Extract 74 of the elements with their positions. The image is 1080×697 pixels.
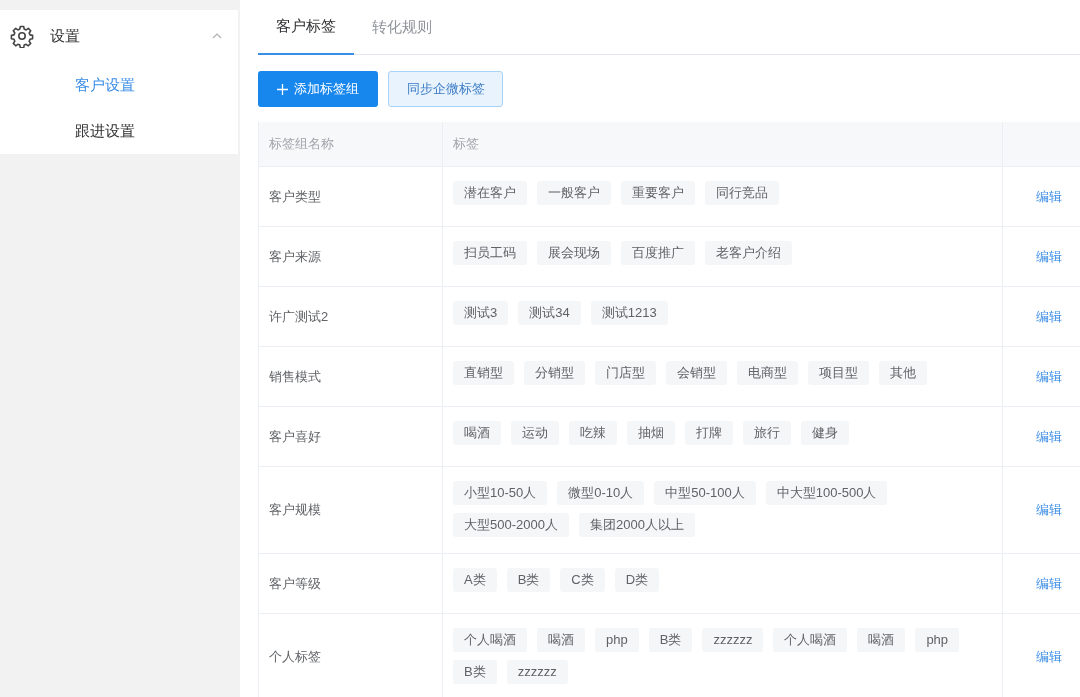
table-cell-text: 客户喜好 <box>269 427 321 446</box>
tag: A类 <box>453 568 497 592</box>
plus-icon <box>277 83 288 95</box>
tag: 潜在客户 <box>453 181 527 205</box>
tag: 老客户介绍 <box>705 241 792 265</box>
table-cell-text: 客户规模 <box>269 501 321 520</box>
tag: 重要客户 <box>621 181 695 205</box>
tag: 分销型 <box>524 361 585 385</box>
edit-link[interactable]: 编辑 <box>1036 500 1062 520</box>
tag: 百度推广 <box>621 241 695 265</box>
edit-link[interactable]: 编辑 <box>1036 186 1062 207</box>
edit-link[interactable]: 编辑 <box>1036 426 1062 447</box>
tag: 微型0-10人 <box>557 481 645 505</box>
tag: 其他 <box>879 361 927 385</box>
table-cell-text: 销售模式 <box>269 367 321 386</box>
tag: D类 <box>614 568 660 592</box>
tag: C类 <box>560 568 605 592</box>
tag: 扫员工码 <box>453 241 527 265</box>
tag: 个人喝酒 <box>773 628 848 652</box>
edit-link[interactable]: 编辑 <box>1036 573 1062 594</box>
tag: 中型50-100人 <box>654 481 756 505</box>
tag: 健身 <box>801 421 849 445</box>
tag: 喝酒 <box>453 421 501 445</box>
settings-icon <box>10 24 34 48</box>
tag: 测试34 <box>518 301 581 325</box>
tag: zzzzzz <box>702 628 764 652</box>
tag: 个人喝酒 <box>453 628 527 652</box>
edit-link[interactable]: 编辑 <box>1036 647 1062 667</box>
tag: B类 <box>453 660 497 684</box>
table-cell-text: 许广测试2 <box>269 307 329 326</box>
table-cell-text: 客户类型 <box>269 187 321 206</box>
tag: B类 <box>506 568 551 592</box>
tag: 喝酒 <box>857 628 906 652</box>
tag: php <box>595 628 639 652</box>
tag: 测试1213 <box>590 301 668 325</box>
tag: 电商型 <box>737 361 798 385</box>
tag: 打牌 <box>685 421 733 445</box>
column-header: 标签组名称 <box>259 122 443 166</box>
tag: B类 <box>648 628 693 652</box>
tag: 中大型100-500人 <box>765 481 888 505</box>
sync-tags-button[interactable]: 同步企微标签 <box>388 71 503 107</box>
tag: 同行竞品 <box>705 181 779 205</box>
tag: 一般客户 <box>537 181 611 205</box>
tag: zzzzzz <box>506 660 568 684</box>
edit-link[interactable]: 编辑 <box>1036 306 1062 327</box>
chevron-up-icon <box>212 33 222 39</box>
tag: 门店型 <box>595 361 656 385</box>
menu-group-header[interactable]: 设置 <box>0 10 238 62</box>
tag: 会销型 <box>666 361 727 385</box>
table-cell-text: 个人标签 <box>269 648 321 667</box>
tag: 展会现场 <box>537 241 611 265</box>
menu-group-label: 设置 <box>50 25 81 46</box>
menu-item[interactable]: 跟进设置 <box>0 108 238 154</box>
column-header: 标签 <box>443 122 1003 166</box>
tab[interactable]: 客户标签 <box>258 0 354 55</box>
tag: 小型10-50人 <box>453 481 548 505</box>
tag: 大型500-2000人 <box>453 513 569 537</box>
add-tag-group-button[interactable]: 添加标签组 <box>258 71 378 107</box>
table-cell-text: 客户来源 <box>269 247 321 266</box>
table-cell-text: 客户等级 <box>269 574 321 593</box>
tag: 集团2000人以上 <box>578 513 695 537</box>
tab[interactable]: 转化规则 <box>354 0 450 54</box>
tag: 直销型 <box>453 361 514 385</box>
tag: 运动 <box>511 421 559 445</box>
tag: 项目型 <box>808 361 869 385</box>
tag: php <box>915 628 960 652</box>
tag: 抽烟 <box>627 421 675 445</box>
edit-link[interactable]: 编辑 <box>1036 366 1062 387</box>
menu-item[interactable]: 客户设置 <box>0 62 238 108</box>
tag: 测试3 <box>453 301 509 325</box>
edit-link[interactable]: 编辑 <box>1036 246 1062 267</box>
tag: 吃辣 <box>569 421 617 445</box>
tag: 旅行 <box>743 421 791 445</box>
tag: 喝酒 <box>537 628 585 652</box>
